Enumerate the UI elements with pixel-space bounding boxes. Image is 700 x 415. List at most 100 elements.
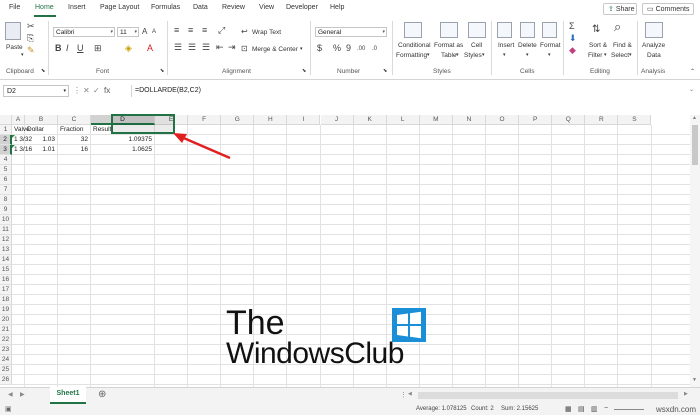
- collapse-ribbon-icon[interactable]: ⌃: [690, 68, 695, 75]
- row-header-24[interactable]: 24: [0, 355, 12, 365]
- select-all-corner[interactable]: [0, 115, 12, 125]
- row-header-19[interactable]: 19: [0, 305, 12, 315]
- cell-a1[interactable]: Valve: [14, 125, 30, 135]
- page-break-view-icon[interactable]: ▥: [591, 405, 598, 413]
- row-header-2[interactable]: 2: [0, 135, 12, 145]
- zoom-out-icon[interactable]: −: [604, 405, 608, 412]
- row-header-25[interactable]: 25: [0, 365, 12, 375]
- cell-d2[interactable]: 1.09375: [93, 135, 153, 145]
- scroll-thumb[interactable]: [692, 125, 698, 165]
- align-left-icon[interactable]: ☰: [174, 43, 182, 52]
- column-header-m[interactable]: M: [419, 115, 453, 125]
- format-as-table-button[interactable]: Format as: [434, 42, 463, 49]
- formula-more-icon[interactable]: ⋮: [73, 86, 81, 95]
- comments-button[interactable]: ▭ Comments: [642, 3, 694, 15]
- expand-formula-icon[interactable]: ⌄: [689, 86, 694, 93]
- cell-styles-button[interactable]: Cell: [471, 42, 482, 49]
- next-sheet-icon[interactable]: ▶: [20, 391, 25, 398]
- font-size-combo[interactable]: 11 ▾: [117, 27, 139, 37]
- row-header-23[interactable]: 23: [0, 345, 12, 355]
- status-count[interactable]: Count: 2: [471, 406, 494, 412]
- row-header-11[interactable]: 11: [0, 225, 12, 235]
- font-launcher-icon[interactable]: ⬊: [160, 68, 164, 74]
- row-header-15[interactable]: 15: [0, 265, 12, 275]
- column-header-j[interactable]: J: [320, 115, 354, 125]
- conditional-formatting-button[interactable]: Conditional: [398, 42, 431, 49]
- cell-b3[interactable]: 1.01: [27, 145, 55, 155]
- column-header-q[interactable]: Q: [552, 115, 586, 125]
- name-box[interactable]: D2 ▾: [3, 85, 69, 97]
- menu-formulas[interactable]: Formulas: [151, 4, 180, 11]
- align-top-icon[interactable]: ≡: [174, 26, 179, 35]
- column-header-l[interactable]: L: [386, 115, 420, 125]
- analyze-data-button[interactable]: Analyze: [642, 42, 665, 49]
- row-header-16[interactable]: 16: [0, 275, 12, 285]
- row-header-1[interactable]: 1: [0, 125, 12, 135]
- alignment-launcher-icon[interactable]: ⬊: [302, 68, 306, 74]
- menu-developer[interactable]: Developer: [286, 4, 318, 11]
- add-sheet-icon[interactable]: ⊕: [98, 389, 106, 400]
- formula-input[interactable]: =DOLLARDE(B2,C2): [131, 85, 700, 97]
- font-color-icon[interactable]: A: [147, 44, 153, 53]
- fill-icon[interactable]: ⬇: [569, 34, 577, 43]
- row-header-6[interactable]: 6: [0, 175, 12, 185]
- clipboard-launcher-icon[interactable]: ⬊: [41, 68, 45, 74]
- format-painter-icon[interactable]: ✎: [27, 46, 35, 55]
- row-header-10[interactable]: 10: [0, 215, 12, 225]
- format-cells-button[interactable]: Format: [540, 42, 561, 49]
- increase-indent-icon[interactable]: ⇥: [228, 43, 236, 52]
- cell-b2[interactable]: 1.03: [27, 135, 55, 145]
- comma-style-icon[interactable]: 9: [346, 44, 351, 53]
- column-header-c[interactable]: C: [58, 115, 91, 125]
- status-average[interactable]: Average: 1.078125: [416, 406, 467, 412]
- bold-icon[interactable]: B: [55, 44, 62, 53]
- hscroll-right-icon[interactable]: ▶: [684, 391, 688, 397]
- align-right-icon[interactable]: ☰: [202, 43, 210, 52]
- column-header-p[interactable]: P: [519, 115, 553, 125]
- tab-split-icon[interactable]: ⋮: [400, 391, 407, 399]
- copy-icon[interactable]: ⎘: [27, 34, 34, 43]
- column-header-g[interactable]: G: [221, 115, 255, 125]
- scroll-up-icon[interactable]: ▲: [692, 115, 697, 121]
- column-header-o[interactable]: O: [486, 115, 520, 125]
- number-format-combo[interactable]: General ▾: [315, 27, 387, 37]
- menu-data[interactable]: Data: [193, 4, 208, 11]
- delete-cells-button[interactable]: Delete: [518, 42, 537, 49]
- fill-color-icon[interactable]: ◈: [125, 44, 132, 53]
- menu-file[interactable]: File: [9, 4, 20, 11]
- enter-icon[interactable]: ✓: [93, 86, 100, 95]
- share-button[interactable]: ⇪ Share: [603, 3, 637, 15]
- menu-view[interactable]: View: [259, 4, 274, 11]
- row-header-3[interactable]: 3: [0, 145, 12, 155]
- column-header-a[interactable]: A: [12, 115, 25, 125]
- clear-icon[interactable]: ◆: [569, 46, 576, 55]
- row-header-8[interactable]: 8: [0, 195, 12, 205]
- paste-label[interactable]: Paste: [6, 44, 23, 51]
- column-header-n[interactable]: N: [452, 115, 486, 125]
- column-header-b[interactable]: B: [25, 115, 58, 125]
- row-header-20[interactable]: 20: [0, 315, 12, 325]
- increase-decimal-icon[interactable]: .00: [357, 45, 365, 54]
- cut-icon[interactable]: ✂: [27, 22, 35, 31]
- insert-cells-button[interactable]: Insert: [498, 42, 514, 49]
- wrap-text-button[interactable]: Wrap Text: [252, 29, 281, 36]
- grow-font-icon[interactable]: A: [142, 27, 147, 36]
- menu-home[interactable]: Home: [35, 4, 54, 11]
- cell-c2[interactable]: 32: [60, 135, 88, 145]
- column-header-h[interactable]: H: [254, 115, 288, 125]
- decrease-indent-icon[interactable]: ⇤: [216, 43, 224, 52]
- zoom-slider[interactable]: [614, 409, 644, 410]
- column-header-f[interactable]: F: [188, 115, 222, 125]
- row-header-4[interactable]: 4: [0, 155, 12, 165]
- menu-review[interactable]: Review: [222, 4, 245, 11]
- align-center-icon[interactable]: ☰: [188, 43, 196, 52]
- row-header-22[interactable]: 22: [0, 335, 12, 345]
- align-bottom-icon[interactable]: ≡: [202, 26, 207, 35]
- row-header-26[interactable]: 26: [0, 375, 12, 385]
- row-header-5[interactable]: 5: [0, 165, 12, 175]
- row-header-14[interactable]: 14: [0, 255, 12, 265]
- accounting-format-icon[interactable]: $: [317, 44, 322, 53]
- row-header-17[interactable]: 17: [0, 285, 12, 295]
- page-layout-view-icon[interactable]: ▤: [578, 405, 585, 413]
- menu-insert[interactable]: Insert: [68, 4, 86, 11]
